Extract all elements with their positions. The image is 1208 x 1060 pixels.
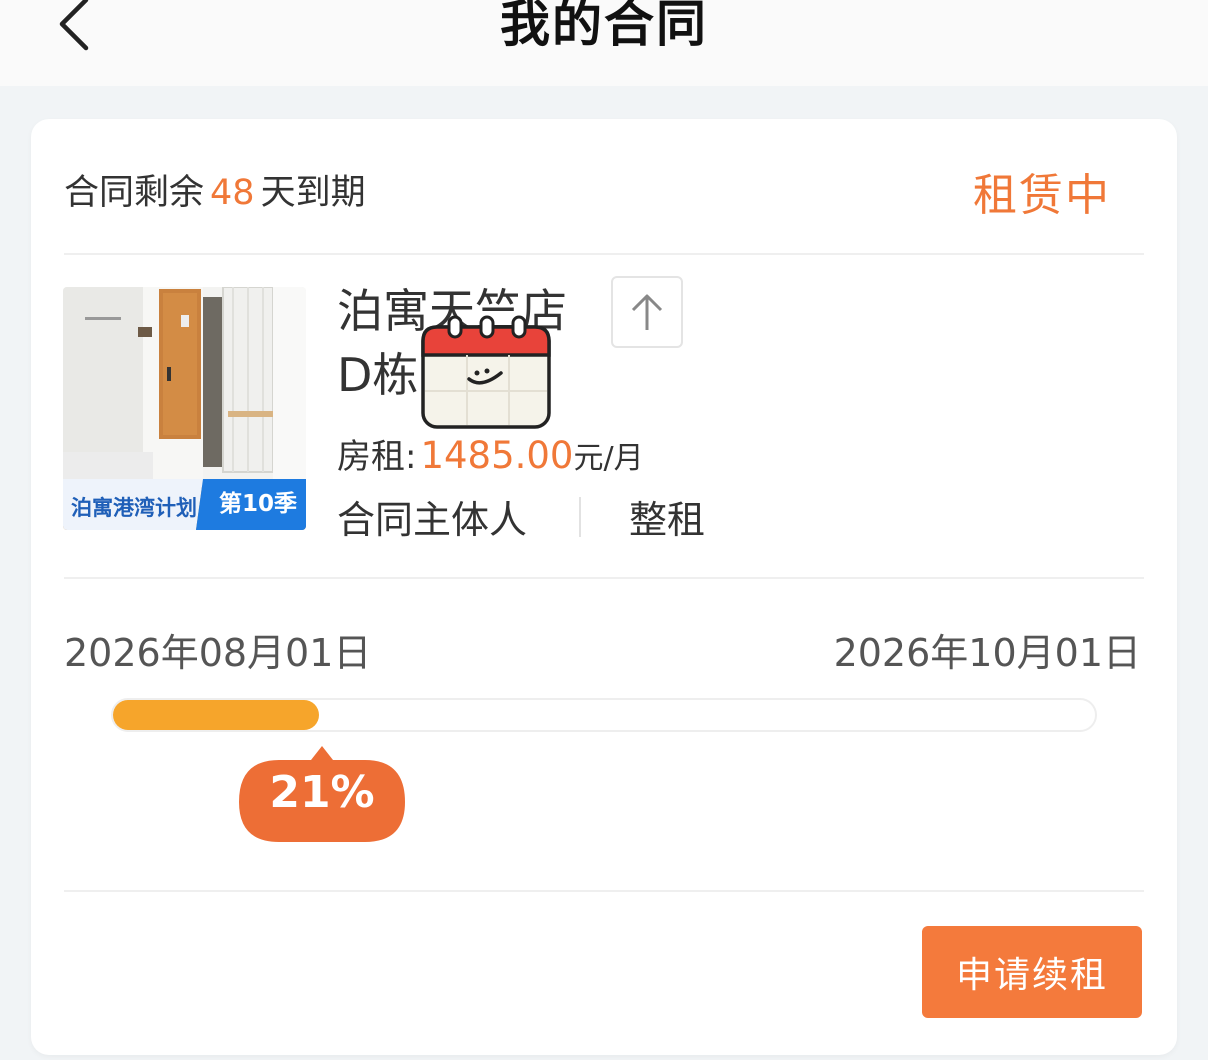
top-bar: 我的合同 bbox=[0, 0, 1208, 86]
lease-progress-bar bbox=[111, 698, 1097, 732]
tag-separator bbox=[579, 496, 582, 537]
contract-role: 合同主体人 bbox=[337, 498, 528, 542]
rent-type: 整租 bbox=[629, 498, 706, 542]
share-up-arrow-icon bbox=[631, 294, 663, 330]
page-title: 我的合同 bbox=[500, 0, 708, 53]
remaining-days: 48 bbox=[210, 173, 255, 213]
contract-card[interactable]: 合同剩余 48 天到期 租赁中 泊寓港湾计划 第10季 泊寓天竺店 D栋 房租:… bbox=[31, 119, 1177, 1055]
room-thumbnail[interactable]: 泊寓港湾计划 第10季 bbox=[63, 287, 306, 530]
calendar-sticker-icon bbox=[421, 315, 551, 429]
renew-lease-button[interactable]: 申请续租 bbox=[922, 926, 1142, 1018]
campaign-label: 泊寓港湾计划 bbox=[71, 496, 197, 520]
status-badge: 租赁中 bbox=[973, 170, 1111, 221]
divider bbox=[64, 253, 1144, 255]
contract-remaining: 合同剩余 48 天到期 bbox=[64, 164, 366, 215]
remaining-suffix: 天到期 bbox=[260, 173, 366, 213]
rent-unit: 元/月 bbox=[573, 441, 644, 476]
rent-price: 1485.00 bbox=[420, 434, 574, 477]
lease-progress-fill bbox=[113, 700, 320, 730]
room-photo: 泊寓港湾计划 第10季 bbox=[63, 287, 306, 530]
share-button[interactable] bbox=[611, 276, 683, 348]
progress-percent-label: 21% bbox=[269, 767, 375, 818]
contract-tags: 合同主体人 整租 bbox=[337, 489, 705, 544]
season-label: 第10季 bbox=[219, 490, 297, 517]
start-date: 2026年08月01日 bbox=[64, 631, 372, 675]
rent-label: 房租: bbox=[337, 437, 417, 477]
remaining-prefix: 合同剩余 bbox=[64, 173, 205, 213]
divider bbox=[64, 890, 1144, 892]
divider bbox=[64, 577, 1144, 579]
rent-info: 房租: 1485.00元/月 bbox=[337, 429, 644, 478]
end-date: 2026年10月01日 bbox=[833, 631, 1141, 675]
